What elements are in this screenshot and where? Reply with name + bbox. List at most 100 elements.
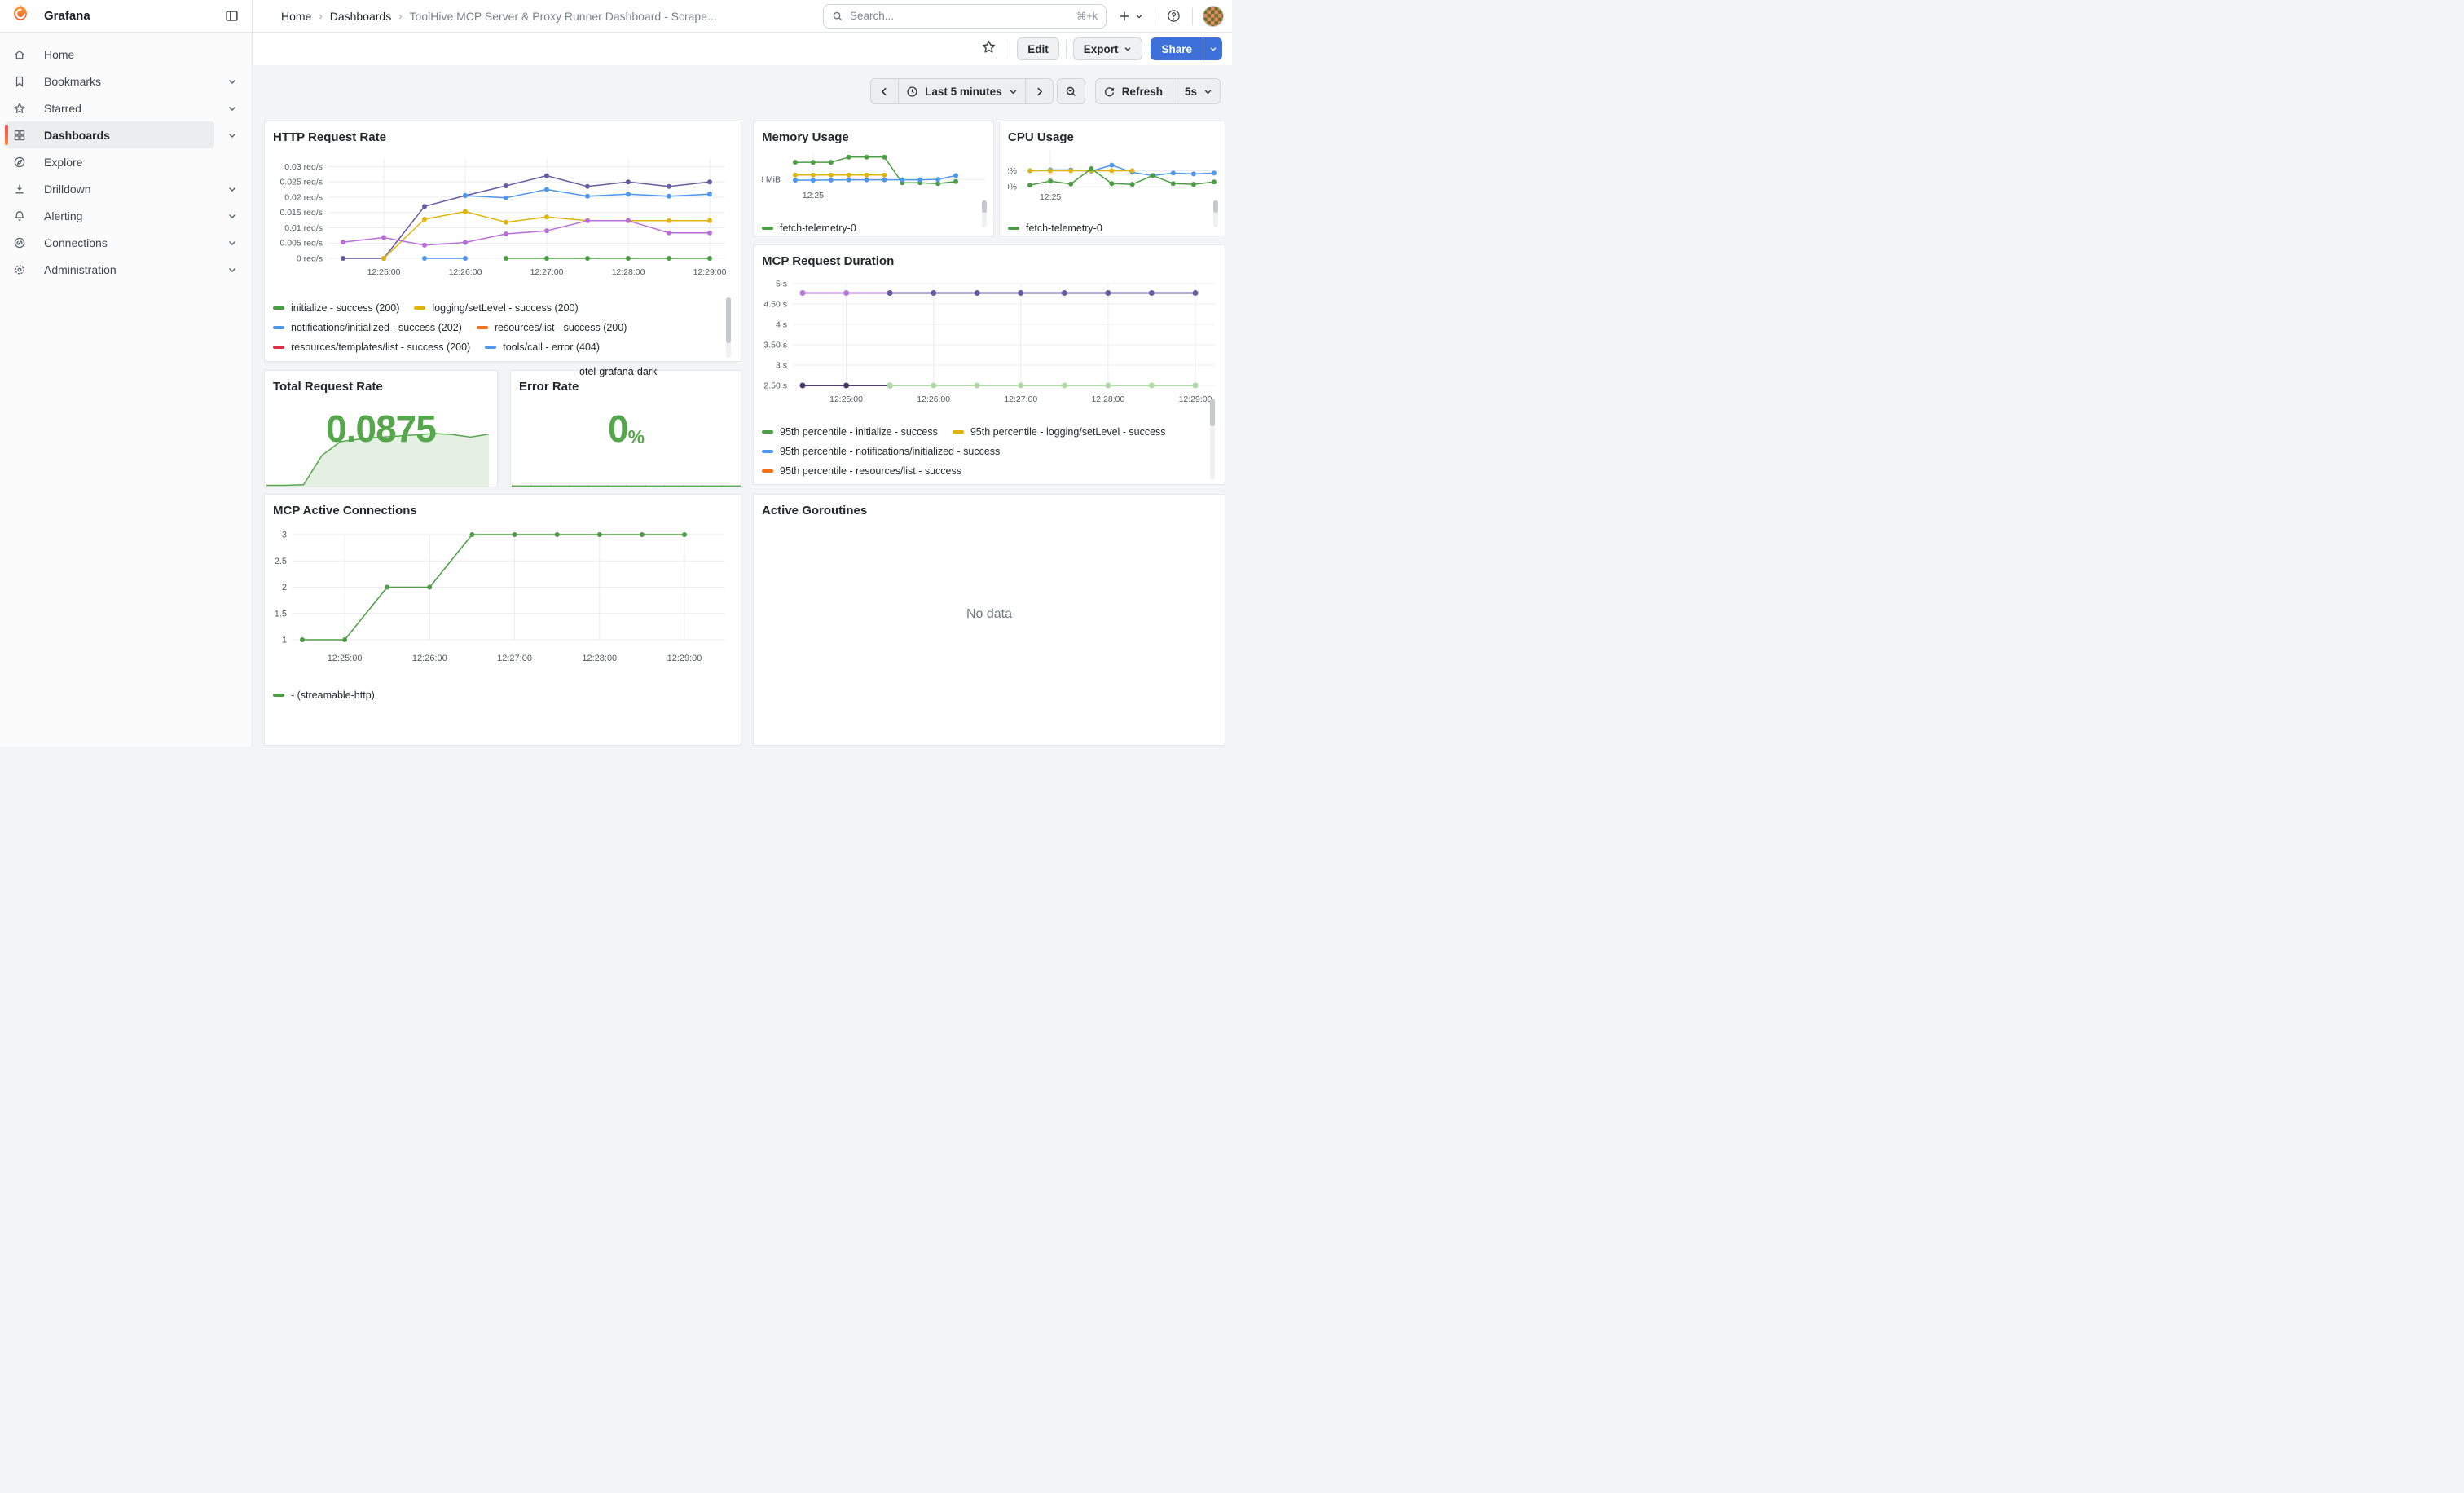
add-button[interactable] [1113,4,1148,29]
export-button[interactable]: Export [1073,37,1143,60]
time-range-picker[interactable]: Last 5 minutes [898,78,1026,104]
svg-text:2.5: 2.5 [275,557,287,566]
header-actions: ⌘+k [823,4,1224,29]
breadcrumb-current: ToolHive MCP Server & Proxy Runner Dashb… [410,10,717,23]
grafana-logo-icon[interactable] [10,3,31,29]
sidebar-item-alerting[interactable]: Alerting [5,202,214,229]
svg-text:0.015 req/s: 0.015 req/s [279,208,323,218]
panel-title[interactable]: Memory Usage [762,130,985,146]
top-header: Home › Dashboards › ToolHive MCP Server … [253,0,1232,33]
mcp-request-duration-chart[interactable]: 2.50 s3 s3.50 s4 s4.50 s5 s12:25:0012:26… [762,275,1218,413]
legend-row: fetch-telemetry-0 [762,218,985,236]
panel-title[interactable]: HTTP Request Rate [273,130,733,151]
sidebar-item-connections[interactable]: Connections [5,229,214,256]
chevron-down-icon [1203,86,1212,98]
legend-swatch [273,326,284,330]
panel-title[interactable]: MCP Active Connections [273,503,733,524]
search-field[interactable] [850,10,1076,22]
legend-item[interactable]: tools/list - success (200) [418,361,545,362]
legend-item[interactable]: tools/call - success (200) [273,361,403,362]
sidebar-item-bookmarks[interactable]: Bookmarks [5,68,214,95]
legend-item[interactable]: - (streamable-http) [273,689,375,701]
help-icon [1167,9,1181,23]
sidebar-item-administration[interactable]: Administration [5,256,214,283]
legend-swatch [273,694,284,698]
gear-icon [13,263,26,276]
share-menu-button[interactable] [1203,37,1222,60]
stat-unit: % [628,426,644,448]
scrollbar-thumb[interactable] [982,200,987,213]
legend-label: resources/list - success (200) [495,322,627,333]
sidebar-item-starred[interactable]: Starred [5,95,214,121]
help-button[interactable] [1162,4,1186,29]
svg-text:0.02 req/s: 0.02 req/s [284,192,323,202]
refresh-interval-picker[interactable]: 5s [1177,78,1221,104]
memory-usage-chart[interactable]: 16 MiB12:25 [762,146,987,211]
legend-swatch [762,469,773,473]
avatar[interactable] [1203,6,1224,27]
sidebar-header: Grafana [0,0,252,33]
refresh-button[interactable]: Refresh [1095,78,1177,104]
legend-item[interactable]: 95th percentile - logging/setLevel - suc… [953,426,1166,438]
svg-text:0.2%: 0.2% [1008,166,1017,176]
svg-text:12:25:00: 12:25:00 [367,267,401,277]
legend-swatch [762,450,773,454]
scrollbar-thumb[interactable] [1210,399,1215,426]
home-icon [13,48,26,61]
compass-icon [13,156,26,169]
scrollbar-thumb[interactable] [1213,200,1218,213]
time-back-button[interactable] [870,78,899,104]
legend-item[interactable]: logging/setLevel - success (200) [414,302,578,314]
sidebar-item-explore[interactable]: Explore [5,148,214,175]
chevron-right-icon [1033,86,1045,98]
time-range-group: Last 5 minutes [870,78,1054,104]
legend-item[interactable]: fetch-telemetry-0 [1008,222,1102,234]
svg-text:0 req/s: 0 req/s [297,254,323,264]
legend-scrollbar [726,297,731,358]
sidebar-item-drilldown[interactable]: Drilldown [5,175,214,202]
legend-item[interactable]: notifications/initialized - success (202… [273,322,462,333]
legend-row: 95th percentile - initialize - success 95… [762,422,1217,442]
legend-label: 95th percentile - notifications/initiali… [780,446,1000,457]
panel-title[interactable]: MCP Request Duration [762,253,1217,275]
legend-item[interactable]: tools/call - error (404) [485,341,600,353]
time-forward-button[interactable] [1025,78,1054,104]
bell-icon [13,209,26,222]
zoom-out-button[interactable] [1057,78,1085,104]
search-input[interactable]: ⌘+k [823,4,1107,29]
panel-title[interactable]: CPU Usage [1008,130,1217,146]
search-icon [832,11,843,22]
plus-icon [1118,10,1131,23]
mcp-active-connections-chart[interactable]: 11.522.5312:25:0012:26:0012:27:0012:28:0… [273,524,734,675]
cpu-usage-chart[interactable]: 0.2%0%12:25 [1008,146,1218,211]
favorite-star-button[interactable] [975,36,1003,62]
legend-item[interactable]: 95th percentile - notifications/initiali… [762,446,1000,457]
legend-item[interactable]: resources/list - success (200) [477,322,627,333]
legend-item[interactable]: 95th percentile - resources/list - succe… [762,465,961,477]
refresh-group: Refresh 5s [1095,78,1221,104]
sidebar-item-home[interactable]: Home [5,41,214,68]
legend-label: 95th percentile - logging/setLevel - suc… [970,426,1166,438]
legend-item[interactable]: unknown - success (200) [560,361,691,362]
scrollbar-thumb[interactable] [726,297,731,343]
legend-item[interactable]: fetch-telemetry-0 [762,222,856,234]
no-data-message: No data [754,607,1225,622]
legend-label: unknown - success (200) [578,361,691,362]
share-button[interactable]: Share [1151,37,1203,60]
svg-text:12:28:00: 12:28:00 [612,267,645,277]
grafana-app: Grafana Home Bookmarks Starred [0,0,1232,746]
breadcrumb-dashboards[interactable]: Dashboards [330,10,392,23]
panel-toggle-icon[interactable] [221,6,242,27]
svg-text:12:28:00: 12:28:00 [1091,394,1124,404]
panel-title[interactable]: Active Goroutines [762,503,1217,524]
legend-item[interactable]: initialize - success (200) [273,302,399,314]
legend-row: - (streamable-http) [273,685,733,705]
edit-button[interactable]: Edit [1017,37,1059,60]
legend-item[interactable]: 95th percentile - initialize - success [762,426,938,438]
sidebar-item-dashboards[interactable]: Dashboards [5,121,214,148]
legend-item[interactable]: resources/templates/list - success (200) [273,341,470,353]
breadcrumb-home[interactable]: Home [281,10,311,23]
http-request-rate-chart[interactable]: 0 req/s0.005 req/s0.01 req/s0.015 req/s0… [273,151,734,289]
legend-scrollbar [1213,200,1218,227]
svg-text:12:28:00: 12:28:00 [582,654,617,663]
